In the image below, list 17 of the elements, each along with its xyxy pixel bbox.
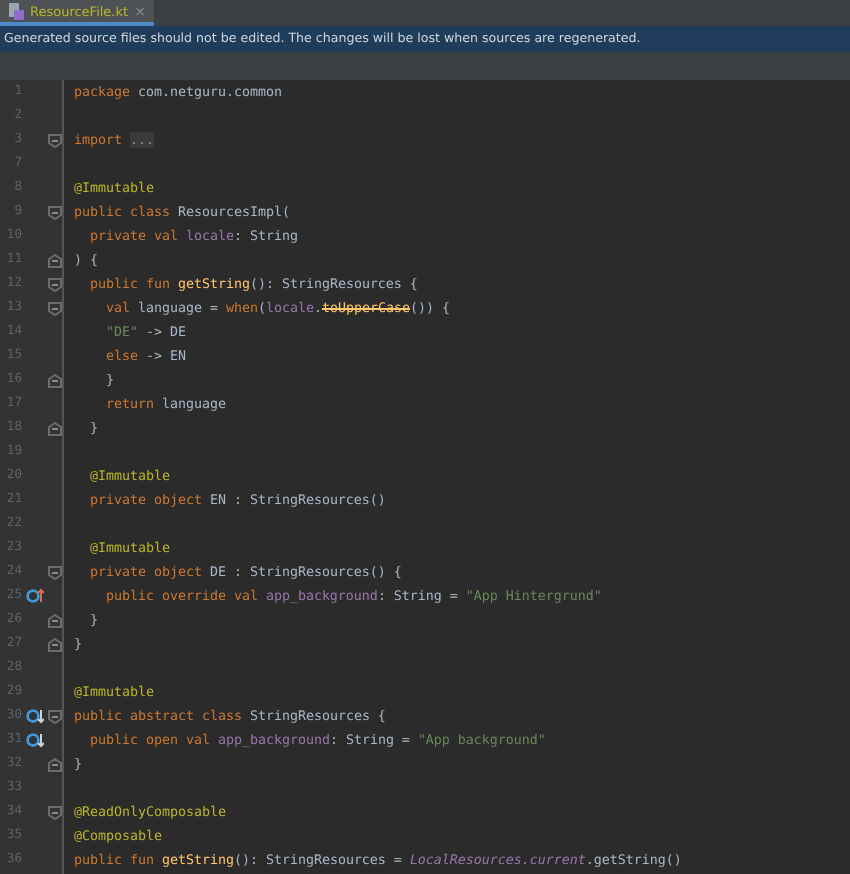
fold-end-icon[interactable] [48, 757, 62, 771]
fold-end-icon[interactable] [48, 253, 62, 267]
fold-end-icon[interactable] [48, 421, 62, 435]
fold-end-icon[interactable] [48, 637, 62, 651]
fold-icon[interactable] [48, 709, 62, 723]
implemented-icon[interactable] [26, 708, 44, 724]
fold-end-icon[interactable] [48, 373, 62, 387]
fold-icon[interactable] [48, 133, 62, 147]
fold-icon[interactable] [48, 805, 62, 819]
fold-icon[interactable] [48, 205, 62, 219]
file-icon [8, 2, 24, 20]
overrides-icon[interactable] [26, 588, 44, 604]
fold-icon[interactable] [48, 301, 62, 315]
implemented-icon[interactable] [26, 732, 44, 748]
fold-icon[interactable] [48, 565, 62, 579]
fold-end-icon[interactable] [48, 613, 62, 627]
fold-icon[interactable] [48, 277, 62, 291]
